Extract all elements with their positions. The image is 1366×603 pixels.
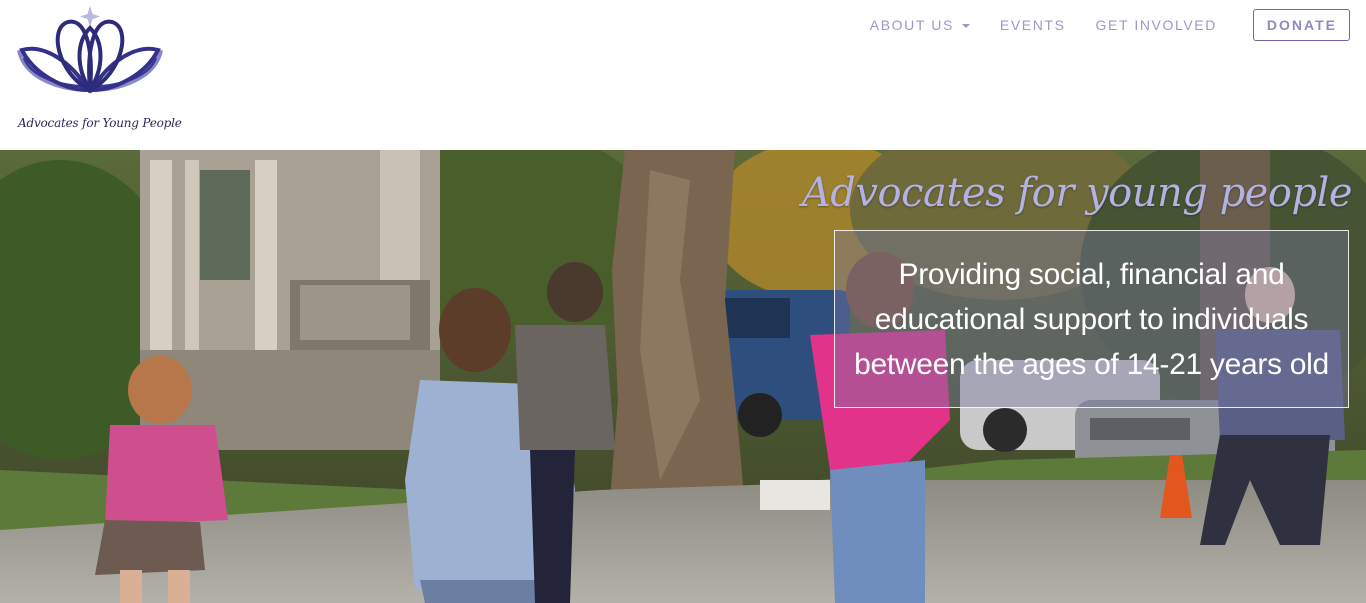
nav-item-about-us[interactable]: ABOUT US <box>870 17 970 33</box>
nav-item-events[interactable]: EVENTS <box>1000 17 1066 33</box>
lotus-logo-icon <box>17 6 163 94</box>
site-logo-link[interactable]: Advocates for Young People <box>14 4 182 136</box>
hero-tagline: Providing social, financial and educatio… <box>854 257 1329 381</box>
hero-banner: Advocates for young people Providing soc… <box>0 150 1366 603</box>
nav-item-get-involved-label: GET INVOLVED <box>1095 17 1217 33</box>
main-nav: ABOUT US EVENTS GET INVOLVED DONATE <box>840 8 1350 42</box>
nav-item-about-us-label: ABOUT US <box>869 17 954 33</box>
donate-button[interactable]: DONATE <box>1252 9 1350 41</box>
nav-item-get-involved[interactable]: GET INVOLVED <box>1096 17 1217 33</box>
logo-text: Advocates for Young People <box>18 116 182 130</box>
site-header: Advocates for Young People ABOUT US EVEN… <box>0 0 1366 150</box>
chevron-down-icon <box>961 24 970 28</box>
nav-item-events-label: EVENTS <box>999 17 1066 33</box>
hero-title: Advocates for young people <box>801 170 1353 216</box>
hero-tagline-box: Providing social, financial and educatio… <box>834 230 1349 408</box>
page: Advocates for Young People ABOUT US EVEN… <box>0 0 1366 603</box>
